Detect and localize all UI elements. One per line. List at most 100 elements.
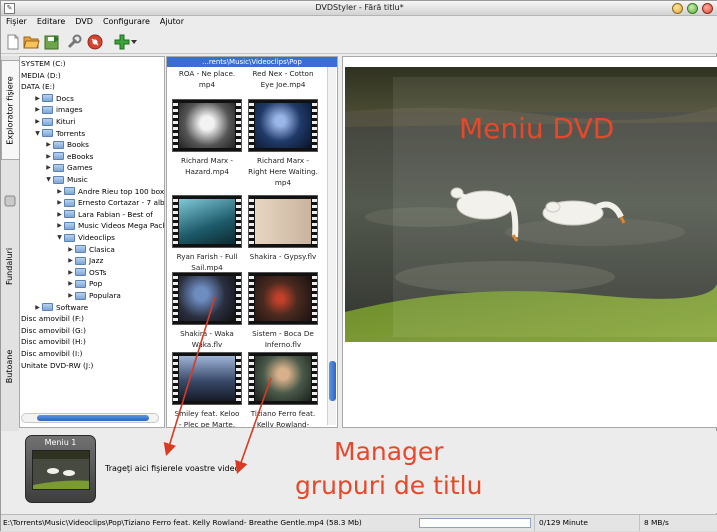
tree-item[interactable]: ▶ Clasica: [66, 244, 115, 255]
video-file-item[interactable]: Richard Marx - Right Here Waiting. mp4: [245, 99, 321, 188]
annotation-dvd-menu: Meniu DVD: [459, 112, 615, 145]
video-file-item[interactable]: Richard Marx - Hazard.mp4: [169, 99, 245, 177]
menu-configure[interactable]: Configurare: [98, 16, 155, 27]
tree-item[interactable]: MEDIA (D:): [21, 70, 61, 81]
video-file-item[interactable]: Red Nex - Cotton Eye Joe.mp4: [245, 68, 321, 90]
tree-item[interactable]: Disc amovibil (H:): [21, 336, 86, 347]
dropdown-arrow-icon[interactable]: [129, 33, 139, 50]
toolbar: [1, 30, 717, 54]
tree-item[interactable]: Disc amovibil (I:): [21, 348, 82, 359]
tree-item[interactable]: ▶ Ernesto Cortazar - 7 albums: [55, 197, 164, 208]
save-icon[interactable]: [44, 33, 61, 50]
tree-item[interactable]: ▶ Books: [44, 139, 89, 150]
menu-1-card[interactable]: Meniu 1: [25, 435, 96, 503]
tree-item[interactable]: Disc amovibil (F:): [21, 313, 84, 324]
tree-item[interactable]: Unitate DVD-RW (J:): [21, 360, 93, 371]
tree-item[interactable]: ▼ Torrents: [33, 128, 85, 139]
menu-1-thumbnail: [32, 450, 90, 490]
folder-icon: [64, 187, 75, 196]
minimize-button[interactable]: [672, 3, 683, 14]
expand-arrow-icon[interactable]: ▶: [66, 244, 75, 255]
tree-item[interactable]: ▶ Pop: [66, 278, 102, 289]
menu-help[interactable]: Ajutor: [155, 16, 189, 27]
tree-item[interactable]: ▶ Music Videos Mega Pack: [55, 220, 164, 231]
collapse-arrow-icon[interactable]: ▼: [44, 174, 53, 185]
menu-file[interactable]: Fişier: [1, 16, 32, 27]
tree-item[interactable]: ▶ eBooks: [44, 151, 93, 162]
tree-item[interactable]: ▶ Software: [33, 302, 88, 313]
tree-item[interactable]: ▶ OSTs: [66, 267, 106, 278]
status-rate: 8 MB/s: [639, 515, 669, 531]
file-browser[interactable]: ...rents\Music\Videoclips\Pop ROA - Ne p…: [166, 56, 338, 428]
status-bar: E:\Torrents\Music\Videoclips\Pop\Tiziano…: [1, 514, 717, 531]
expand-arrow-icon[interactable]: ▶: [66, 267, 75, 278]
burn-disc-icon[interactable]: [86, 33, 103, 50]
tree-item[interactable]: ▶ Games: [44, 162, 92, 173]
settings-wrench-icon[interactable]: [65, 33, 82, 50]
video-file-item[interactable]: Smiley feat. Keloo - Plec pe Marte. mp4: [169, 352, 245, 427]
tree-item[interactable]: ▼ Videoclips: [55, 232, 115, 243]
expand-arrow-icon[interactable]: ▶: [55, 220, 64, 231]
file-browser-scroll-thumb[interactable]: [329, 361, 336, 401]
tab-buttons[interactable]: Butoane: [1, 326, 19, 406]
collapse-arrow-icon[interactable]: ▼: [55, 232, 64, 243]
video-file-item[interactable]: ROA - Ne place. mp4: [169, 68, 245, 90]
video-thumbnail: [248, 352, 318, 405]
annotation-manager: Manager: [334, 437, 444, 466]
menu-edit[interactable]: Editare: [32, 16, 70, 27]
tree-item[interactable]: ▶ Lara Fabian - Best of: [55, 209, 153, 220]
tab-file-explorer-marker: [1, 194, 19, 208]
expand-arrow-icon[interactable]: ▶: [33, 93, 42, 104]
expand-arrow-icon[interactable]: ▶: [33, 302, 42, 313]
tree-item[interactable]: ▶ images: [33, 104, 82, 115]
tree-item[interactable]: ▶ Jazz: [66, 255, 103, 266]
tree-item[interactable]: ▼ Music: [44, 174, 88, 185]
tree-item[interactable]: SYSTEM (C:): [21, 58, 66, 69]
tree-item-label: Populara: [89, 291, 121, 300]
tab-file-explorer[interactable]: Explorator fişiere: [1, 60, 19, 160]
tree-item-label: Pop: [89, 279, 103, 289]
tree-item[interactable]: ▶ Andre Rieu top 100 boxset: [55, 186, 164, 197]
tree-item[interactable]: ▶ Kituri: [33, 116, 75, 127]
video-file-name: Richard Marx - Hazard.mp4: [180, 156, 234, 176]
video-file-item[interactable]: Tiziano Ferro feat. Kelly Rowland- Breat…: [245, 352, 321, 427]
status-duration: 0/129 Minute: [534, 515, 588, 531]
expand-arrow-icon[interactable]: ▶: [44, 139, 53, 150]
tree-scroll-thumb[interactable]: [37, 415, 149, 421]
video-file-item[interactable]: Sistem - Boca De Inferno.flv: [245, 272, 321, 350]
close-button[interactable]: [702, 3, 713, 14]
add-icon[interactable]: [113, 33, 130, 50]
expand-arrow-icon[interactable]: ▶: [55, 209, 64, 220]
expand-arrow-icon[interactable]: ▶: [66, 255, 75, 266]
new-file-icon[interactable]: [4, 33, 21, 50]
video-thumbnail: [248, 195, 318, 248]
video-file-name: Shakira - Gypsy.flv: [249, 252, 317, 261]
folder-tree[interactable]: SYSTEM (C:) MEDIA (D:) DATA (E:) ▶ Docs ▶ imag…: [19, 56, 165, 428]
video-file-item[interactable]: Shakira - Gypsy.flv: [245, 195, 321, 262]
open-folder-icon[interactable]: [23, 33, 40, 50]
collapse-arrow-icon[interactable]: ▼: [33, 128, 42, 139]
expand-arrow-icon[interactable]: ▶: [44, 162, 53, 173]
tab-backgrounds[interactable]: Fundaluri: [1, 226, 19, 306]
tree-item[interactable]: DATA (E:): [21, 81, 55, 92]
expand-arrow-icon[interactable]: ▶: [44, 151, 53, 162]
expand-arrow-icon[interactable]: ▶: [66, 290, 75, 301]
folder-icon: [64, 233, 75, 242]
menu-dvd[interactable]: DVD: [70, 16, 98, 27]
expand-arrow-icon[interactable]: ▶: [66, 278, 75, 289]
folder-icon: [64, 210, 75, 219]
tree-item[interactable]: Disc amovibil (G:): [21, 325, 86, 336]
expand-arrow-icon[interactable]: ▶: [55, 186, 64, 197]
expand-arrow-icon[interactable]: ▶: [55, 197, 64, 208]
file-browser-scrollbar[interactable]: [327, 67, 336, 425]
video-file-name: Ryan Farish - Full Sail.mp4: [176, 252, 238, 272]
tree-item[interactable]: ▶ Docs: [33, 93, 74, 104]
expand-arrow-icon[interactable]: ▶: [33, 116, 42, 127]
video-file-item[interactable]: Ryan Farish - Full Sail.mp4: [169, 195, 245, 273]
video-file-item[interactable]: Shakira - Waka Waka.flv: [169, 272, 245, 350]
folder-icon: [64, 198, 75, 207]
tree-horizontal-scrollbar[interactable]: [21, 413, 159, 423]
expand-arrow-icon[interactable]: ▶: [33, 104, 42, 115]
tree-item[interactable]: ▶ Populara: [66, 290, 121, 301]
maximize-button[interactable]: [687, 3, 698, 14]
